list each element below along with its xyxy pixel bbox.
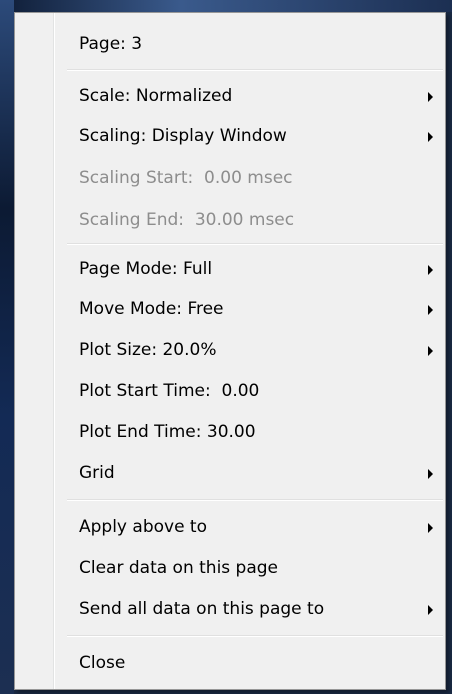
menu-separator [67,635,443,637]
menu-item-label: Plot Start Time: 0.00 [79,381,260,401]
submenu-arrow-icon [428,92,433,102]
menu-item-label: Apply above to [79,517,207,537]
menu-item-label: Move Mode: Free [79,299,224,319]
menu-item-label: Plot End Time: 30.00 [79,422,256,442]
context-menu: Page: 3 Scale: Normalized Scaling: Displ… [14,12,446,690]
menu-item-label: Grid [79,463,115,483]
menu-item-apply-above-to[interactable]: Apply above to [15,508,445,548]
menu-item-send-all-data[interactable]: Send all data on this page to [15,590,445,630]
submenu-arrow-icon [428,265,433,275]
desktop-background-left [0,0,14,694]
menu-item-close[interactable]: Close [15,644,445,684]
menu-item-scaling-end: Scaling End: 30.00 msec [15,201,445,241]
menu-item-move-mode[interactable]: Move Mode: Free [15,290,445,330]
submenu-arrow-icon [428,469,433,479]
menu-item-label: Clear data on this page [79,558,279,578]
menu-item-label: Send all data on this page to [79,599,325,619]
menu-item-label: Plot Size: 20.0% [79,340,217,360]
desktop-background-top [0,0,452,12]
submenu-arrow-icon [428,305,433,315]
submenu-arrow-icon [428,523,433,533]
submenu-arrow-icon [428,605,433,615]
menu-item-clear-data[interactable]: Clear data on this page [15,549,445,589]
submenu-arrow-icon [428,132,433,142]
menu-item-scale[interactable]: Scale: Normalized [15,77,445,117]
menu-item-plot-end-time[interactable]: Plot End Time: 30.00 [15,413,445,453]
menu-item-label: Scaling End: 30.00 msec [79,210,295,230]
menu-item-label: Scaling: Display Window [79,126,287,146]
menu-item-page-mode[interactable]: Page Mode: Full [15,250,445,290]
menu-item-scaling-start: Scaling Start: 0.00 msec [15,159,445,199]
submenu-arrow-icon [428,346,433,356]
menu-separator [67,69,443,71]
menu-item-plot-size[interactable]: Plot Size: 20.0% [15,331,445,371]
menu-item-label: Scaling Start: 0.00 msec [79,168,293,188]
menu-item-label: Page: 3 [79,34,143,54]
menu-item-label: Close [79,653,126,673]
menu-separator [67,499,443,501]
menu-item-label: Page Mode: Full [79,259,213,279]
menu-separator [67,243,443,245]
menu-item-plot-start-time[interactable]: Plot Start Time: 0.00 [15,372,445,412]
menu-item-grid[interactable]: Grid [15,454,445,494]
menu-item-scaling[interactable]: Scaling: Display Window [15,117,445,157]
menu-item-label: Scale: Normalized [79,86,233,106]
menu-item-page[interactable]: Page: 3 [15,25,445,65]
